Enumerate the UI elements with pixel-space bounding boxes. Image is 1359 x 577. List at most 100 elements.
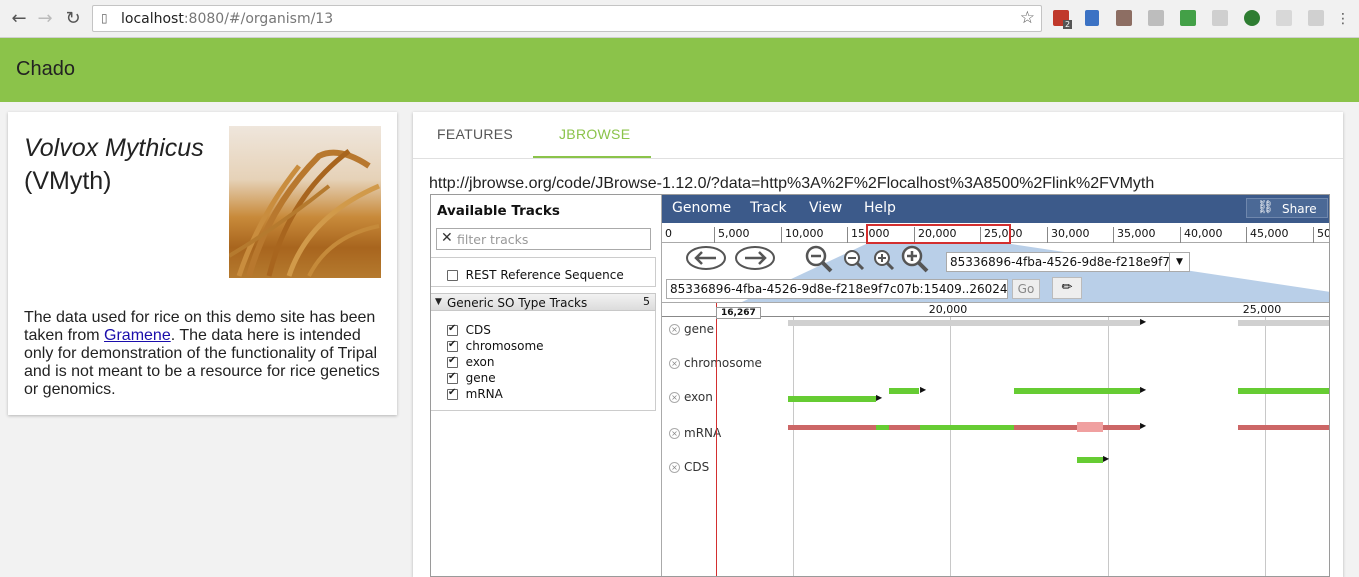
track-checkbox[interactable] <box>447 371 458 384</box>
track-list-panel: Available Tracks ✕ filter tracks REST Re… <box>431 195 662 576</box>
exon-feature[interactable] <box>1238 388 1329 394</box>
organism-abbreviation: (VMyth) <box>24 167 112 195</box>
mrna-exon-segment <box>920 425 1014 430</box>
jbrowse-viewer: Available Tracks ✕ filter tracks REST Re… <box>430 194 1330 577</box>
filter-tracks-input[interactable]: ✕ filter tracks <box>436 228 651 250</box>
close-track-icon[interactable]: × <box>669 324 680 335</box>
available-tracks-title: Available Tracks <box>437 203 560 219</box>
track-label-exon[interactable]: × exon <box>666 390 716 404</box>
track-label-gene[interactable]: × gene <box>666 322 717 336</box>
rest-reference-item[interactable]: REST Reference Sequence <box>447 268 624 282</box>
highlighter-icon: ✏ <box>1061 280 1073 295</box>
cds-feature[interactable] <box>1077 457 1103 463</box>
jbrowse-menubar: Genome Track View Help ⛓ Share <box>662 195 1329 223</box>
extension-gear-icon[interactable] <box>1308 10 1324 26</box>
share-button[interactable]: ⛓ Share <box>1246 198 1328 218</box>
close-track-icon[interactable]: × <box>669 392 680 403</box>
filter-placeholder: filter tracks <box>457 232 529 247</box>
strand-arrow-icon: ▶ <box>920 385 927 394</box>
cursor-position-label: 16,267 <box>716 307 761 319</box>
track-checkbox[interactable] <box>447 355 458 368</box>
exon-feature[interactable] <box>1014 388 1140 394</box>
clear-filter-icon[interactable]: ✕ <box>441 230 453 246</box>
exon-feature[interactable] <box>889 388 919 394</box>
overview-tick: 0 <box>665 227 672 240</box>
extension-y-icon[interactable] <box>1085 10 1099 26</box>
gene-feature[interactable] <box>1238 320 1329 326</box>
grid-line <box>1108 317 1109 576</box>
location-input[interactable]: 85336896-4fba-4526-9d8e-f218e9f7c07b:154… <box>666 279 1008 299</box>
detail-ruler: 20,000 25,000 <box>662 303 1329 317</box>
app-title[interactable]: Chado <box>16 58 75 81</box>
close-track-icon[interactable]: × <box>669 462 680 473</box>
track-checkbox[interactable] <box>447 387 458 400</box>
reload-icon[interactable]: ↻ <box>62 8 84 30</box>
extension-globe-icon[interactable] <box>1244 10 1260 26</box>
zoom-in-icon[interactable] <box>872 248 896 278</box>
organism-image <box>229 126 381 278</box>
refseq-select[interactable]: 85336896-4fba-4526-9d8e-f218e9f7c07b ▼ <box>946 252 1190 272</box>
menu-genome[interactable]: Genome <box>672 200 731 216</box>
zoom-in-more-icon[interactable] <box>900 244 930 280</box>
back-icon[interactable]: ← <box>8 8 30 30</box>
app-header: Chado <box>0 38 1359 102</box>
track-item-cds[interactable]: CDS <box>447 323 491 337</box>
collapse-triangle-icon[interactable]: ▼ <box>435 297 442 307</box>
grid-line <box>793 317 794 576</box>
track-category-header[interactable]: ▼ Generic SO Type Tracks 5 <box>431 293 656 311</box>
detail-tick: 20,000 <box>928 303 968 316</box>
gene-feature[interactable] <box>788 320 1140 326</box>
close-track-icon[interactable]: × <box>669 428 680 439</box>
exon-feature[interactable] <box>788 396 876 402</box>
tab-features[interactable]: FEATURES <box>437 112 513 158</box>
chevron-down-icon[interactable]: ▼ <box>1169 253 1189 271</box>
menu-view[interactable]: View <box>809 200 842 216</box>
grid-line <box>1265 317 1266 576</box>
menu-help[interactable]: Help <box>864 200 896 216</box>
track-checkbox[interactable] <box>447 339 458 352</box>
track-checkbox[interactable] <box>447 323 458 336</box>
navigation-bar: 85336896-4fba-4526-9d8e-f218e9f7c07b ▼ 8… <box>662 244 1329 302</box>
menu-track[interactable]: Track <box>750 200 787 216</box>
strand-arrow-icon: ▶ <box>1140 317 1147 326</box>
track-item-mrna[interactable]: mRNA <box>447 387 503 401</box>
bookmark-star-icon[interactable]: ☆ <box>1020 8 1035 28</box>
extension-grid-icon[interactable] <box>1212 10 1228 26</box>
track-label-cds[interactable]: × CDS <box>666 460 713 474</box>
track-item-chromosome[interactable]: chromosome <box>447 339 544 353</box>
extension-sheet-icon[interactable] <box>1180 10 1196 26</box>
extension-badge: 2 <box>1063 20 1073 29</box>
close-track-icon[interactable]: × <box>669 358 680 369</box>
rest-reference-checkbox[interactable] <box>447 270 458 281</box>
browser-toolbar: ← → ↻ ▯ localhost:8080/#/organism/13 ☆ 2… <box>0 0 1359 38</box>
highlight-button[interactable]: ✏ <box>1052 277 1082 299</box>
overview-location-box[interactable] <box>866 224 1011 244</box>
strand-arrow-icon: ▶ <box>876 393 883 402</box>
address-bar[interactable]: ▯ localhost:8080/#/organism/13 ☆ <box>92 5 1042 32</box>
link-icon: ⛓ <box>1257 200 1274 215</box>
pan-left-icon[interactable] <box>686 245 726 277</box>
url-text: localhost:8080/#/organism/13 <box>121 11 334 27</box>
track-item-exon[interactable]: exon <box>447 355 495 369</box>
mrna-feature[interactable] <box>1238 425 1329 430</box>
mrna-utr-segment <box>1077 422 1103 432</box>
zoom-out-icon[interactable] <box>842 248 866 278</box>
jbrowse-url: http://jbrowse.org/code/JBrowse-1.12.0/?… <box>429 175 1155 192</box>
track-item-gene[interactable]: gene <box>447 371 496 385</box>
extension-nx-icon[interactable] <box>1276 10 1292 26</box>
detail-pane[interactable]: 20,000 25,000 ▶ ▶ ▶ ▶ ▶ ▶ × gene × chrom… <box>662 302 1329 576</box>
menu-icon[interactable]: ⋮ <box>1332 8 1354 30</box>
tab-jbrowse[interactable]: JBROWSE <box>559 112 630 158</box>
organism-description: The data used for rice on this demo site… <box>24 309 380 398</box>
pan-right-icon[interactable] <box>735 245 775 277</box>
zoom-out-more-icon[interactable] <box>804 244 834 280</box>
extension-clapper-icon[interactable] <box>1116 10 1132 26</box>
page-icon: ▯ <box>101 11 108 25</box>
strand-arrow-icon: ▶ <box>1103 454 1110 463</box>
extension-film-icon[interactable] <box>1148 10 1164 26</box>
go-button[interactable]: Go <box>1012 279 1040 299</box>
overview-tick: 30,000 <box>1047 227 1090 243</box>
forward-icon[interactable]: → <box>34 8 56 30</box>
grid-line <box>950 317 951 576</box>
gramene-link[interactable]: Gramene <box>104 327 171 344</box>
